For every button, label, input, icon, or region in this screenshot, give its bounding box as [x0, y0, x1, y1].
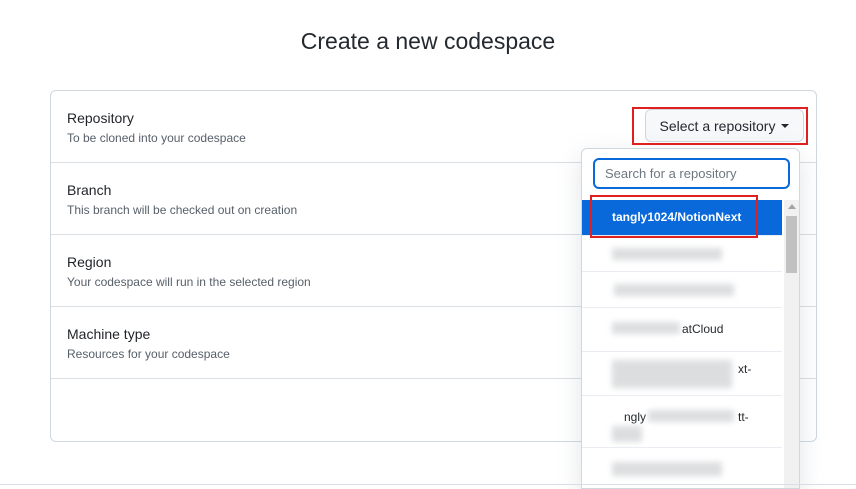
list-item[interactable]: atCloud: [582, 308, 782, 352]
repository-item-label: tangly1024/NotionNext: [612, 210, 742, 224]
repository-dropdown: tangly1024/NotionNext atCloud xt- ngly t…: [581, 148, 800, 489]
select-repository-button[interactable]: Select a repository: [645, 109, 804, 142]
select-repository-label: Select a repository: [659, 117, 776, 134]
dropdown-scrollbar[interactable]: [784, 200, 799, 488]
bottom-divider: [0, 484, 856, 485]
region-description: Your codespace will run in the selected …: [67, 275, 311, 289]
machine-type-description: Resources for your codespace: [67, 347, 230, 361]
branch-description: This branch will be checked out on creat…: [67, 203, 298, 217]
redacted-text: [612, 462, 722, 476]
redacted-text: [612, 248, 722, 260]
caret-down-icon: [781, 123, 790, 128]
repository-item-label: tt-: [738, 410, 749, 424]
repository-search-input[interactable]: [593, 158, 790, 189]
redacted-text: [612, 322, 680, 334]
list-item[interactable]: xt-: [582, 352, 782, 396]
repository-item-label: atCloud: [682, 322, 724, 336]
branch-label: Branch: [67, 182, 112, 198]
scrollbar-thumb[interactable]: [786, 216, 797, 273]
list-item[interactable]: [582, 448, 782, 488]
redacted-text: [648, 410, 734, 422]
repository-description: To be cloned into your codespace: [67, 131, 246, 145]
list-item[interactable]: tangly1024/NotionNext: [582, 200, 782, 236]
list-item[interactable]: ngly tt-: [582, 396, 782, 448]
repository-list: tangly1024/NotionNext atCloud xt- ngly t…: [582, 200, 782, 488]
region-label: Region: [67, 254, 112, 270]
machine-type-label: Machine type: [67, 326, 151, 342]
repository-item-label: ngly: [624, 410, 647, 424]
redacted-text: [614, 284, 734, 296]
redacted-text: [612, 426, 642, 442]
scroll-up-arrow-icon[interactable]: [788, 204, 796, 209]
list-item[interactable]: [582, 272, 782, 308]
repository-label: Repository: [67, 110, 134, 126]
list-item[interactable]: [582, 236, 782, 272]
repository-item-label: xt-: [738, 362, 752, 376]
page-title: Create a new codespace: [300, 28, 556, 54]
redacted-text: [612, 360, 732, 388]
